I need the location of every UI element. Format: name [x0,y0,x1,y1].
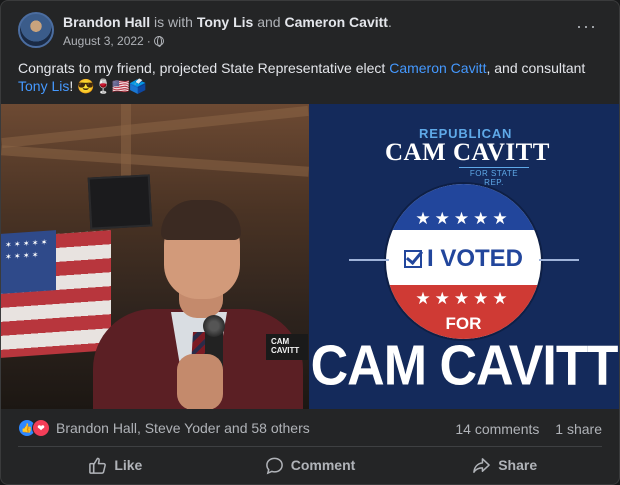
checkbox-icon [403,250,422,268]
like-button[interactable]: Like [18,447,213,483]
shares-count[interactable]: 1 share [555,421,602,437]
comments-count[interactable]: 14 comments [455,421,539,437]
tagged-user-1[interactable]: Tony Lis [197,14,254,30]
tv-screen [87,174,153,230]
comment-label: Comment [290,457,356,473]
engagement-counts: 14 comments 1 share [455,421,602,437]
i-voted-label: I VOTED [386,245,541,273]
mention-link-cameron[interactable]: Cameron Cavitt [389,60,486,76]
i-voted-seal: ★★★★★ I VOTED ★★★★★ FOR [386,184,541,339]
stars-bottom: ★★★★★ [415,289,512,308]
badge-line-2: CAVITT [271,346,300,355]
badge-line-1: CAM [271,337,290,346]
stars-top: ★★★★★ [415,209,512,228]
campaign-graphic[interactable]: REPUBLICAN CAM CAVITT FOR STATE REP. ★★★… [309,104,619,409]
post-date[interactable]: August 3, 2022 [63,34,144,48]
thumbs-up-icon [89,457,107,474]
for-label: FOR [445,314,482,333]
share-icon [473,457,491,473]
and-text: and [257,14,281,30]
comment-button[interactable]: Comment [213,447,408,483]
ad-candidate: CAM CAVITT [385,139,550,166]
post-text: Congrats to my friend, projected State R… [18,59,608,95]
with-text: is with [154,14,193,30]
more-options-icon[interactable]: ··· [576,17,597,35]
love-reaction-icon: ❤ [32,419,50,437]
text-middle: , and consultant [486,60,586,76]
name-badge: CAM CAVITT [266,334,308,360]
post-media[interactable]: CAM CAVITT REPUBLICAN CAM CAVITT FOR STA… [1,104,619,409]
period-text: . [387,14,392,30]
action-bar: Like Comment Share [18,447,602,483]
voted-text: I VOTED [426,245,523,272]
post-meta: August 3, 2022 · [63,34,164,48]
share-label: Share [498,457,538,473]
like-label: Like [114,457,143,473]
mention-link-tony[interactable]: Tony Lis [18,78,69,94]
share-button[interactable]: Share [407,447,602,483]
text-after: ! 😎🍷🇺🇸🗳️ [69,78,147,94]
ad-big-name: CAM CAVITT [310,334,619,398]
globe-icon [153,36,164,47]
comment-icon [265,457,283,474]
text-before: Congrats to my friend, projected State R… [18,60,390,76]
post-header: Brandon Hall is with Tony Lis and Camero… [13,11,607,51]
post-card: Brandon Hall is with Tony Lis and Camero… [0,0,620,485]
tagged-user-2[interactable]: Cameron Cavitt [284,14,387,30]
date-separator: · [146,34,151,48]
author-line: Brandon Hall is with Tony Lis and Camero… [63,14,392,30]
speaker-photo[interactable]: CAM CAVITT [1,104,309,409]
reaction-names[interactable]: Brandon Hall, Steve Yoder and 58 others [56,420,310,436]
author-name[interactable]: Brandon Hall [63,14,150,30]
avatar[interactable] [18,12,54,48]
reactions-summary[interactable]: 👍 ❤ Brandon Hall, Steve Yoder and 58 oth… [18,419,310,437]
